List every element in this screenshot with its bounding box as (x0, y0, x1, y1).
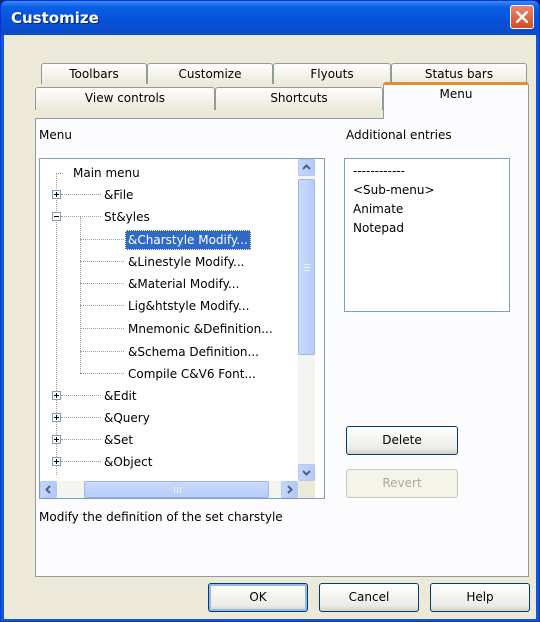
tree-item-lightstyle-modify[interactable]: Lig&htstyle Modify... (128, 296, 249, 316)
thumb-grip (180, 487, 181, 493)
menu-tree[interactable]: Main menu &File St&yles &Charstyle Modif… (39, 158, 325, 499)
expand-plus-icon[interactable] (52, 457, 61, 466)
menu-label: Menu (39, 128, 72, 142)
list-item[interactable]: Notepad (353, 221, 404, 235)
revert-button[interactable]: Revert (346, 469, 458, 498)
tree-connector (61, 216, 101, 217)
tab-view-controls[interactable]: View controls (35, 87, 215, 110)
expand-plus-icon[interactable] (52, 435, 61, 444)
title-bar[interactable]: Customize (1, 1, 539, 35)
close-button[interactable] (510, 5, 534, 29)
tab-menu[interactable]: Menu (383, 82, 529, 119)
expand-plus-icon[interactable] (52, 413, 61, 422)
expand-plus-icon[interactable] (52, 391, 61, 400)
thumb-grip (304, 270, 310, 271)
tree-item-material-modify[interactable]: &Material Modify... (128, 274, 239, 294)
scroll-down-button[interactable] (298, 464, 315, 481)
tree-item-mnemonic-definition[interactable]: Mnemonic &Definition... (128, 319, 273, 339)
thumb-grip (177, 487, 178, 493)
tree-item-linestyle-modify[interactable]: &Linestyle Modify... (128, 252, 244, 272)
scroll-right-button[interactable] (281, 481, 298, 498)
tree-vertical-scrollbar[interactable] (298, 159, 315, 481)
tree-item-charstyle-modify[interactable]: &Charstyle Modify... (125, 230, 251, 250)
tree-connector (80, 373, 124, 374)
window-title: Customize (11, 9, 99, 27)
tree-item-schema-definition[interactable]: &Schema Definition... (128, 342, 259, 362)
tree-connector (61, 395, 101, 396)
tree-item-styles[interactable]: St&yles (104, 207, 150, 227)
tab-flyouts[interactable]: Flyouts (273, 63, 391, 84)
collapse-minus-icon[interactable] (52, 212, 61, 221)
list-item[interactable]: <Sub-menu> (353, 183, 435, 197)
customize-dialog: Customize Toolbars Customize Flyouts Sta… (0, 0, 540, 622)
tree-horizontal-scrollbar[interactable] (40, 481, 298, 498)
arrow-up-icon (302, 164, 311, 170)
help-button[interactable]: Help (430, 583, 530, 612)
tree-item-compile-font[interactable]: Compile C&V6 Font... (128, 364, 256, 384)
scroll-left-button[interactable] (40, 481, 57, 498)
tree-connector (80, 261, 124, 262)
tree-connector (80, 305, 124, 306)
tree-connector (61, 461, 101, 462)
tree-connector (80, 217, 81, 373)
scrollbar-corner (298, 481, 315, 498)
tree-item-object[interactable]: &Object (104, 452, 152, 472)
tree-connector (61, 439, 101, 440)
arrow-left-icon (45, 485, 51, 494)
tree-item-main-menu[interactable]: Main menu (73, 163, 140, 183)
delete-button[interactable]: Delete (346, 426, 458, 455)
tree-item-query[interactable]: &Query (104, 408, 150, 428)
tree-connector (56, 173, 63, 174)
expand-plus-icon[interactable] (52, 190, 61, 199)
tree-connector (61, 194, 101, 195)
tree-connector (80, 283, 124, 284)
additional-entries-list[interactable]: ------------ <Sub-menu> Animate Notepad (344, 158, 510, 312)
horizontal-scroll-thumb[interactable] (84, 481, 269, 498)
tab-toolbars[interactable]: Toolbars (41, 63, 147, 84)
tab-shortcuts[interactable]: Shortcuts (215, 87, 383, 110)
close-icon (516, 11, 528, 23)
tree-item-edit[interactable]: &Edit (104, 386, 137, 406)
ok-button[interactable]: OK (208, 583, 308, 612)
additional-entries-label: Additional entries (346, 128, 452, 142)
thumb-grip (304, 267, 310, 268)
thumb-grip (174, 487, 175, 493)
tree-connector (80, 351, 124, 352)
tree-connector (61, 417, 101, 418)
arrow-down-icon (302, 470, 311, 476)
tree-item-file[interactable]: &File (104, 185, 133, 205)
vertical-scroll-thumb[interactable] (298, 179, 315, 355)
arrow-right-icon (287, 485, 293, 494)
tab-customize[interactable]: Customize (147, 63, 273, 84)
tree-connector (80, 328, 124, 329)
tree-connector (80, 239, 124, 240)
tab-status-bars[interactable]: Status bars (391, 63, 527, 84)
thumb-grip (304, 264, 310, 265)
scroll-up-button[interactable] (298, 159, 315, 176)
tree-item-set[interactable]: &Set (104, 430, 133, 450)
cancel-button[interactable]: Cancel (319, 583, 419, 612)
list-item[interactable]: Animate (353, 202, 403, 216)
menu-item-description: Modify the definition of the set charsty… (39, 510, 283, 524)
list-item[interactable]: ------------ (353, 164, 405, 178)
